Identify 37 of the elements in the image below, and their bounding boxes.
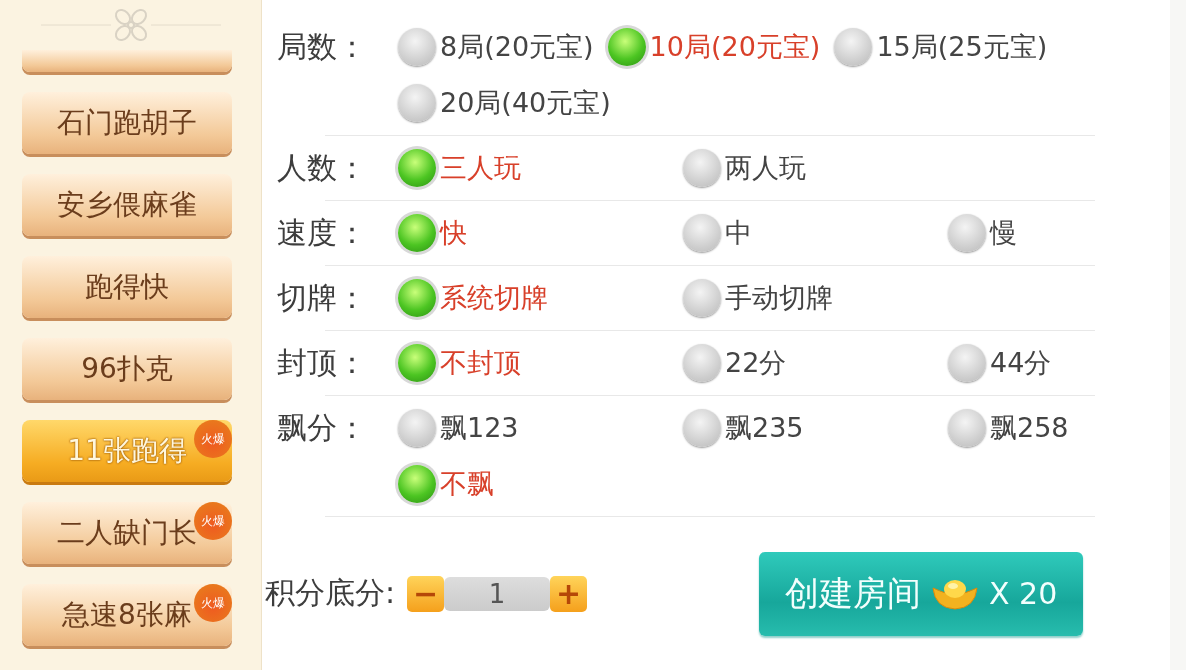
radio-option[interactable]: 快 xyxy=(398,205,683,261)
game-button[interactable]: 石门跑胡子 xyxy=(22,92,232,154)
radio-option[interactable]: 22分 xyxy=(683,335,948,391)
hot-badge: 火爆 xyxy=(194,584,232,622)
game-button[interactable]: 跑得快 xyxy=(22,256,232,318)
radio-option[interactable]: 10局(20元宝) xyxy=(607,19,821,75)
radio-option[interactable]: 44分 xyxy=(948,335,1118,391)
radio-option[interactable]: 20局(40元宝) xyxy=(398,75,611,131)
radio-option[interactable]: 飘258 xyxy=(948,400,1118,456)
radio-option[interactable]: 不飘 xyxy=(398,456,683,512)
setting-label: 速度： xyxy=(277,214,368,252)
setting-label: 切牌： xyxy=(277,279,368,317)
game-button[interactable]: 安乡偎麻雀 xyxy=(22,174,232,236)
game-button[interactable]: 11张跑得 火爆 xyxy=(22,420,232,482)
radio-option[interactable]: 8局(20元宝) xyxy=(398,19,594,75)
hot-badge: 火爆 xyxy=(194,420,232,458)
ingot-icon xyxy=(930,577,979,610)
score-field[interactable]: 1 xyxy=(444,576,551,611)
setting-label: 局数： xyxy=(277,28,368,66)
game-button[interactable] xyxy=(22,50,232,72)
radio-option[interactable]: 15局(25元宝) xyxy=(834,19,1048,75)
radio-option[interactable]: 两人玩 xyxy=(683,140,948,196)
setting-label: 人数： xyxy=(277,149,368,187)
hot-badge: 火爆 xyxy=(194,502,232,540)
setting-label: 封顶： xyxy=(277,344,368,382)
radio-option[interactable]: 不封顶 xyxy=(398,335,683,391)
radio-option[interactable]: 系统切牌 xyxy=(398,270,683,326)
radio-option[interactable]: 飘235 xyxy=(683,400,948,456)
radio-option[interactable]: 慢 xyxy=(948,205,1118,261)
setting-label: 飘分： xyxy=(277,409,368,447)
radio-option[interactable]: 三人玩 xyxy=(398,140,683,196)
radio-option[interactable]: 中 xyxy=(683,205,948,261)
base-score-label: 积分底分: xyxy=(265,574,396,612)
radio-option[interactable]: 手动切牌 xyxy=(683,270,948,326)
radio-option[interactable]: 飘123 xyxy=(398,400,683,456)
game-button[interactable]: 96扑克 xyxy=(22,338,232,400)
game-button[interactable]: 急速8张麻 火爆 xyxy=(22,584,232,646)
